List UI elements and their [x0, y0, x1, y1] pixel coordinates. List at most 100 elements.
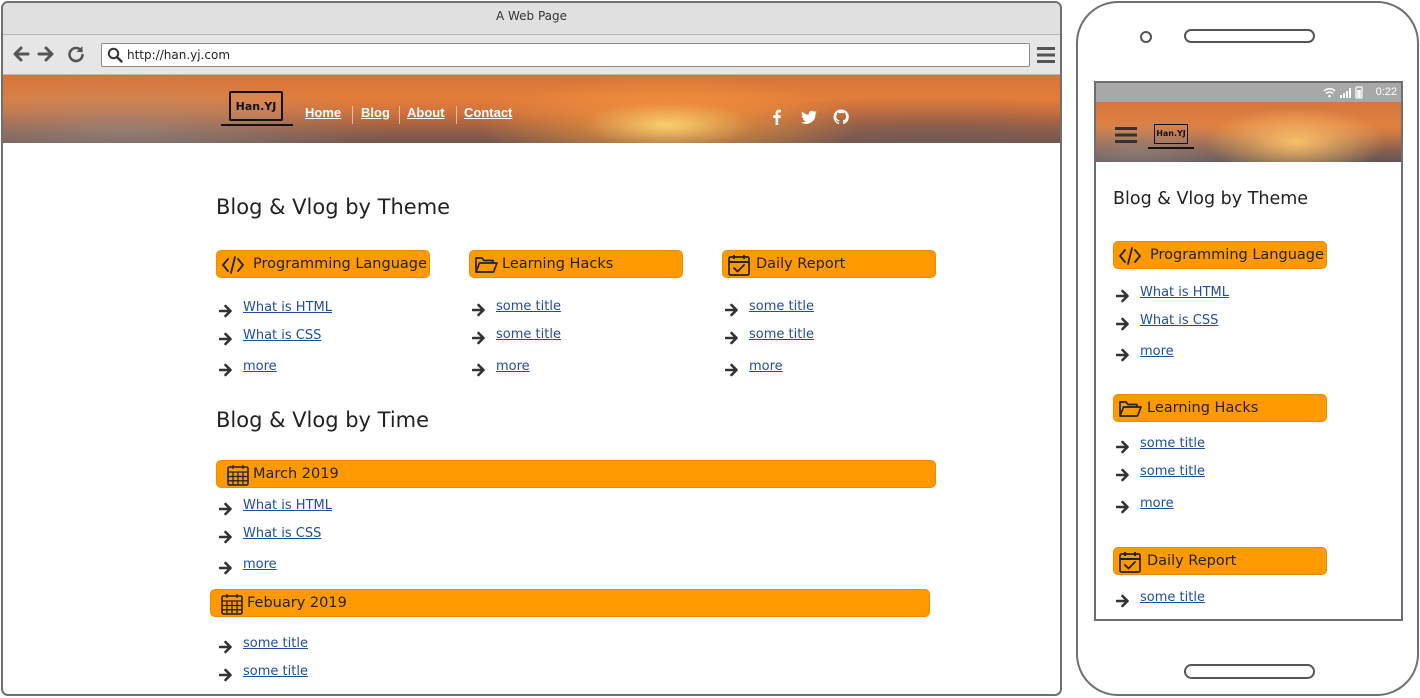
reload-icon[interactable] [66, 44, 86, 64]
arrow-right-icon [219, 640, 232, 654]
hamburger-menu-icon[interactable] [1115, 126, 1137, 144]
site-logo[interactable]: Han.YJ [221, 91, 293, 129]
laptop-base [1148, 147, 1194, 149]
arrow-right-icon [219, 332, 232, 346]
main-area: Blog & Vlog by Theme Programming Languag… [3, 143, 1060, 694]
nav-home[interactable]: Home [305, 105, 341, 120]
post-link[interactable]: What is CSS [243, 526, 321, 541]
category-learning-hacks[interactable]: Learning Hacks [469, 250, 683, 278]
browser-window: A Web Page http://han.yj.com Han.YJ Home… [1, 1, 1062, 696]
url-text: http://han.yj.com [127, 48, 231, 62]
nav-about[interactable]: About [407, 105, 445, 120]
phone-speaker [1184, 29, 1315, 43]
more-link[interactable]: more [1140, 344, 1174, 359]
more-link[interactable]: more [243, 359, 277, 374]
category-daily-report[interactable]: Daily Report [1113, 547, 1327, 575]
month-febuary-2019[interactable]: Febuary 2019 [210, 589, 930, 617]
nav-divider [352, 106, 353, 124]
arrow-right-icon [472, 363, 485, 377]
nav-divider [456, 106, 457, 124]
calendar-check-icon [728, 255, 750, 276]
site-logo[interactable]: Han.YJ [1148, 124, 1194, 150]
arrow-right-icon [219, 304, 232, 318]
arrow-right-icon [725, 303, 738, 317]
post-link[interactable]: some title [749, 299, 814, 314]
nav-contact[interactable]: Contact [464, 105, 512, 120]
arrow-right-icon [1116, 317, 1129, 331]
laptop-base [221, 124, 293, 126]
category-programming[interactable]: Programming Language [1113, 241, 1327, 269]
post-link[interactable]: some title [1140, 590, 1205, 605]
post-link[interactable]: some title [749, 327, 814, 342]
phone-frame: 0:22 Han.YJ Blog & Vlog by Theme Program… [1076, 1, 1419, 696]
code-icon [1119, 247, 1141, 265]
mobile-hero-banner: Han.YJ [1096, 102, 1401, 162]
arrow-right-icon [219, 561, 232, 575]
category-programming[interactable]: Programming Language [216, 250, 430, 278]
arrow-right-icon [219, 502, 232, 516]
post-link[interactable]: What is HTML [243, 498, 332, 513]
page-content: Han.YJ Home Blog About Contact Blog & Vl… [3, 75, 1060, 694]
arrow-right-icon [1116, 594, 1129, 608]
theme-heading: Blog & Vlog by Theme [216, 195, 451, 219]
category-learning-hacks[interactable]: Learning Hacks [1113, 394, 1327, 422]
month-label: Febuary 2019 [247, 595, 347, 611]
post-link[interactable]: some title [496, 299, 561, 314]
folder-open-icon [1119, 401, 1142, 417]
folder-open-icon [475, 257, 498, 273]
arrow-right-icon [1116, 289, 1129, 303]
arrow-right-icon [219, 530, 232, 544]
mobile-main: Blog & Vlog by Theme Programming Languag… [1096, 162, 1401, 619]
time-heading: Blog & Vlog by Time [216, 408, 430, 432]
category-label: Daily Report [1147, 553, 1237, 569]
post-link[interactable]: some title [243, 636, 308, 651]
more-link[interactable]: more [243, 557, 277, 572]
window-title: A Web Page [3, 3, 1060, 35]
theme-heading: Blog & Vlog by Theme [1113, 189, 1309, 209]
twitter-icon[interactable] [801, 109, 817, 125]
more-link[interactable]: more [749, 359, 783, 374]
github-icon[interactable] [833, 109, 849, 125]
category-label: Daily Report [756, 256, 846, 272]
logo-text: Han.YJ [229, 91, 283, 121]
arrow-right-icon [1116, 468, 1129, 482]
category-label: Programming Language [253, 256, 427, 272]
forward-arrow-icon[interactable] [36, 44, 56, 64]
facebook-icon[interactable] [769, 109, 785, 125]
post-link[interactable]: What is CSS [243, 328, 321, 343]
hero-banner: Han.YJ Home Blog About Contact [3, 75, 1060, 143]
post-link[interactable]: some title [243, 664, 308, 679]
search-icon [107, 47, 123, 63]
arrow-right-icon [472, 331, 485, 345]
more-link[interactable]: more [1140, 496, 1174, 511]
post-link[interactable]: some title [1140, 464, 1205, 479]
nav-blog[interactable]: Blog [361, 105, 390, 120]
post-link[interactable]: What is HTML [243, 300, 332, 315]
more-link[interactable]: more [496, 359, 530, 374]
arrow-right-icon [219, 668, 232, 682]
calendar-icon [227, 465, 249, 486]
post-link[interactable]: some title [496, 327, 561, 342]
month-march-2019[interactable]: March 2019 [216, 460, 936, 488]
hamburger-menu-icon[interactable] [1037, 46, 1055, 64]
category-label: Learning Hacks [502, 256, 614, 272]
arrow-right-icon [1116, 440, 1129, 454]
browser-toolbar: http://han.yj.com [3, 35, 1060, 75]
calendar-check-icon [1119, 552, 1141, 573]
post-link[interactable]: What is HTML [1140, 285, 1229, 300]
category-daily-report[interactable]: Daily Report [722, 250, 936, 278]
status-time: 0:22 [1375, 86, 1397, 98]
logo-text: Han.YJ [1154, 124, 1188, 144]
arrow-right-icon [1116, 348, 1129, 362]
arrow-right-icon [725, 363, 738, 377]
arrow-right-icon [1116, 500, 1129, 514]
arrow-right-icon [219, 363, 232, 377]
address-bar[interactable]: http://han.yj.com [101, 43, 1030, 67]
phone-screen: 0:22 Han.YJ Blog & Vlog by Theme Program… [1094, 81, 1403, 621]
code-icon [222, 256, 244, 274]
phone-camera [1140, 31, 1152, 43]
post-link[interactable]: What is CSS [1140, 313, 1218, 328]
back-arrow-icon[interactable] [11, 44, 31, 64]
home-button[interactable] [1184, 664, 1315, 679]
post-link[interactable]: some title [1140, 436, 1205, 451]
